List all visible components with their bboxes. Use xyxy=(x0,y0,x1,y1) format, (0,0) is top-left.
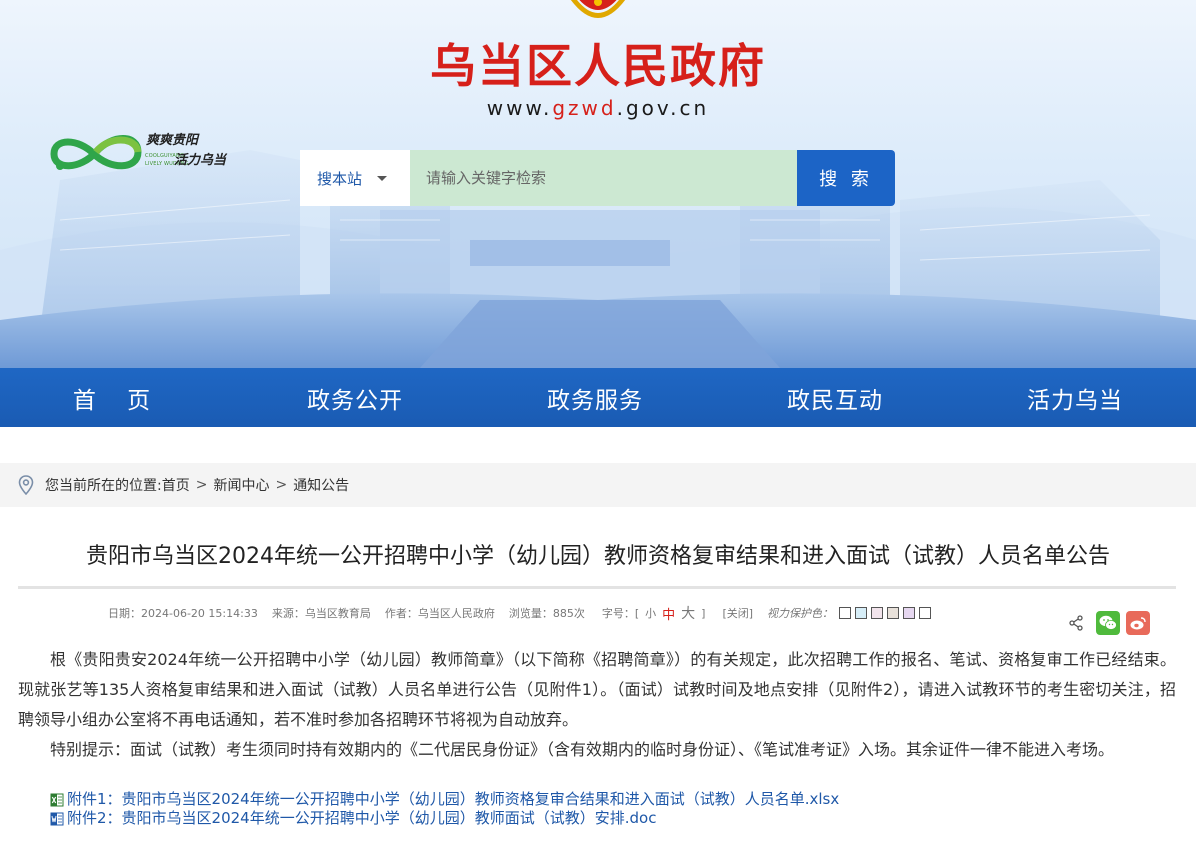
brand-slogan-line2: 活力乌当 xyxy=(174,153,227,168)
meta-author: 作者：乌当区人民政府 xyxy=(384,607,495,620)
search-input[interactable] xyxy=(410,150,797,206)
meta-views: 浏览量：885次 xyxy=(508,607,585,620)
wechat-icon xyxy=(1099,615,1117,630)
nav-item-interaction[interactable]: 政民互动 xyxy=(715,368,955,427)
city-brand-logo: 爽爽贵阳 COOLGUIYANG LIVELY WUDANG 活力乌当 xyxy=(50,122,255,182)
article-title: 贵阳市乌当区2024年统一公开招聘中小学（幼儿园）教师资格复审结果和进入面试（试… xyxy=(86,544,1110,569)
caret-down-icon xyxy=(377,176,387,181)
breadcrumb-news-center[interactable]: 新闻中心 xyxy=(213,475,269,495)
close-link[interactable]: [关闭] xyxy=(722,605,753,621)
weibo-share-button[interactable] xyxy=(1126,611,1150,635)
infinity-leaf-icon xyxy=(50,135,142,170)
attachment-link-2[interactable]: 附件2：贵阳市乌当区2024年统一公开招聘中小学（幼儿园）教师面试（试教）安排.… xyxy=(50,809,839,828)
font-size-small[interactable]: 小 xyxy=(645,605,656,621)
search-button[interactable]: 搜 索 xyxy=(797,150,895,206)
national-emblem-icon xyxy=(571,0,625,18)
breadcrumb: 您当前所在的位置: 首页 > 新闻中心 > 通知公告 xyxy=(0,463,1196,507)
header-banner: 乌当区人民政府 www.gzwd.gov.cn 爽爽贵阳 COOLGUIYANG… xyxy=(0,0,1196,368)
site-title: 乌当区人民政府 xyxy=(430,39,766,93)
attachment-link-1[interactable]: 附件1：贵阳市乌当区2024年统一公开招聘中小学（幼儿园）教师资格复审合结果和进… xyxy=(50,790,839,809)
nav-item-government-services[interactable]: 政务服务 xyxy=(475,368,715,427)
share-bar xyxy=(1068,610,1156,636)
location-pin-icon xyxy=(18,475,34,495)
title-divider xyxy=(18,586,1176,589)
attachment-label: 附件2：贵阳市乌当区2024年统一公开招聘中小学（幼儿园）教师面试（试教）安排.… xyxy=(67,809,657,827)
excel-file-icon xyxy=(50,793,64,806)
url-suffix: .gov.cn xyxy=(616,96,710,120)
search-bar: 搜本站 搜 索 xyxy=(300,150,895,206)
search-scope-label: 搜本站 xyxy=(317,169,363,188)
search-scope-dropdown[interactable]: 搜本站 xyxy=(300,150,410,206)
breadcrumb-separator: > xyxy=(275,477,288,493)
font-size-end: ] xyxy=(701,606,706,620)
site-url: www.gzwd.gov.cn xyxy=(0,96,1196,120)
brand-slogan-line1: 爽爽贵阳 xyxy=(146,133,199,148)
eye-color-swatch[interactable] xyxy=(855,607,868,619)
article-paragraph: 根《贵阳贵安2024年统一公开招聘中小学（幼儿园）教师简章》（以下简称《招聘简章… xyxy=(18,650,1176,729)
eye-color-swatch[interactable] xyxy=(871,607,884,619)
meta-date: 日期：2024-06-20 15:14:33 xyxy=(108,607,258,620)
attachment-label: 附件1：贵阳市乌当区2024年统一公开招聘中小学（幼儿园）教师资格复审合结果和进… xyxy=(67,790,840,808)
font-size-large[interactable]: 大 xyxy=(681,603,695,623)
font-size-control: 字号：[ 小 中 大 ] xyxy=(599,603,709,623)
font-size-label: 字号：[ xyxy=(601,607,640,620)
eye-protection-label: 视力保护色： xyxy=(767,607,834,620)
breadcrumb-home[interactable]: 首页 xyxy=(162,475,190,495)
attachment-list: 附件1：贵阳市乌当区2024年统一公开招聘中小学（幼儿园）教师资格复审合结果和进… xyxy=(50,790,839,828)
breadcrumb-prefix: 您当前所在的位置: xyxy=(45,478,162,494)
nav-item-government-affairs[interactable]: 政务公开 xyxy=(235,368,475,427)
font-size-medium[interactable]: 中 xyxy=(662,604,675,623)
nav-item-home[interactable]: 首 页 xyxy=(0,368,235,427)
eye-color-swatch[interactable] xyxy=(903,607,916,619)
article-paragraph: 特别提示：面试（试教）考生须同时持有效期内的《二代居民身份证》（含有效期内的临时… xyxy=(50,740,1115,759)
word-file-icon xyxy=(50,812,64,825)
nav-item-lively-wudang[interactable]: 活力乌当 xyxy=(955,368,1195,427)
breadcrumb-separator: > xyxy=(195,477,208,493)
url-prefix: www. xyxy=(486,96,553,120)
breadcrumb-notices[interactable]: 通知公告 xyxy=(293,475,349,495)
eye-color-swatch[interactable] xyxy=(887,607,900,619)
eye-color-swatch[interactable] xyxy=(839,607,852,619)
wechat-share-button[interactable] xyxy=(1096,611,1120,635)
url-highlight: gzwd xyxy=(552,96,617,120)
meta-source: 来源：乌当区教育局 xyxy=(271,607,371,620)
main-nav: 首 页 政务公开 政务服务 政民互动 活力乌当 xyxy=(0,368,1196,427)
eye-color-swatch[interactable] xyxy=(919,607,932,619)
share-icon[interactable] xyxy=(1068,615,1084,631)
weibo-icon xyxy=(1130,617,1146,630)
article-meta: 日期：2024-06-20 15:14:33 来源：乌当区教育局 作者：乌当区人… xyxy=(108,603,935,623)
article-body: 根《贵阳贵安2024年统一公开招聘中小学（幼儿园）教师简章》（以下简称《招聘简章… xyxy=(18,645,1176,765)
